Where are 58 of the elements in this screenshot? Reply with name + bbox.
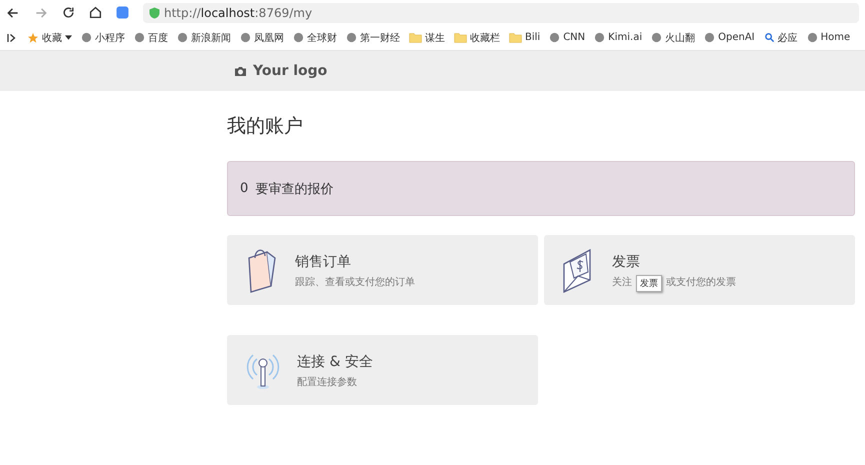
camera-icon xyxy=(234,65,247,77)
card-description: 配置连接参数 xyxy=(297,376,357,388)
bookmark-item[interactable]: Bili xyxy=(509,32,540,43)
bookmark-item[interactable]: 收藏 xyxy=(27,30,72,44)
page-title: 我的账户 xyxy=(227,114,304,139)
url-text: http://localhost:8769/my xyxy=(164,6,312,20)
home-icon[interactable] xyxy=(89,6,102,19)
card-description: 或支付您的发票 xyxy=(666,276,736,288)
search-icon xyxy=(764,32,775,43)
card-title: 销售订单 xyxy=(295,252,352,270)
sidebar-toggle-icon[interactable] xyxy=(6,32,18,44)
back-icon[interactable] xyxy=(6,6,20,20)
app-icon[interactable] xyxy=(116,6,129,19)
bookmark-item[interactable]: 凤凰网 xyxy=(240,30,284,44)
address-bar[interactable]: http://localhost:8769/my xyxy=(143,2,859,22)
site-icon xyxy=(704,32,716,43)
star-icon xyxy=(27,32,39,44)
account-card[interactable]: 连接 & 安全 配置连接参数 xyxy=(227,335,538,405)
account-card[interactable]: 发票 关注 发票 或支付您的发票 xyxy=(544,235,855,305)
folder-icon xyxy=(509,32,522,43)
bookmark-item[interactable]: 必应 xyxy=(764,30,798,44)
bookmark-item[interactable]: Kimi.ai xyxy=(594,32,642,43)
logo-text: Your logo xyxy=(253,63,328,79)
bookmark-item[interactable]: 全球财 xyxy=(293,30,337,44)
bookmark-item[interactable]: 收藏栏 xyxy=(454,30,500,44)
caret-icon xyxy=(65,35,72,40)
quote-label: 要审查的报价 xyxy=(255,180,334,198)
bookmark-item[interactable]: 新浪新闻 xyxy=(177,30,231,44)
folder-icon xyxy=(409,32,422,43)
bookmark-item[interactable]: 小程序 xyxy=(81,30,125,44)
tooltip: 发票 xyxy=(636,275,662,292)
site-icon xyxy=(549,32,560,43)
site-icon xyxy=(594,32,606,43)
site-icon xyxy=(240,32,251,43)
site-icon xyxy=(346,32,357,43)
quote-count: 0 xyxy=(240,181,248,196)
card-description: 跟踪、查看或支付您的订单 xyxy=(295,276,415,288)
site-icon xyxy=(651,32,662,43)
card-title: 发票 xyxy=(612,252,641,270)
bookmark-item[interactable]: 火山翻 xyxy=(651,30,696,44)
bookmark-item[interactable]: 谋生 xyxy=(409,30,445,44)
bookmark-item[interactable]: CNN xyxy=(549,32,586,43)
bookmark-item[interactable]: Home xyxy=(806,32,850,43)
card-description: 关注 xyxy=(612,276,632,288)
site-icon xyxy=(134,32,145,43)
site-icon xyxy=(81,32,92,43)
bookmark-item[interactable]: OpenAI xyxy=(704,32,755,43)
site-icon xyxy=(806,32,818,43)
folder-icon xyxy=(454,32,467,43)
bookmark-item[interactable]: 百度 xyxy=(134,30,168,44)
site-icon xyxy=(177,32,188,43)
quotes-alert[interactable]: 0 要审查的报价 xyxy=(227,161,855,216)
reload-icon[interactable] xyxy=(62,6,75,19)
bookmark-item[interactable]: 第一财经 xyxy=(346,30,400,44)
card-title: 连接 & 安全 xyxy=(297,352,373,370)
account-card[interactable]: 销售订单 跟踪、查看或支付您的订单 xyxy=(227,235,538,305)
site-icon xyxy=(293,32,304,43)
shield-icon xyxy=(149,6,160,18)
